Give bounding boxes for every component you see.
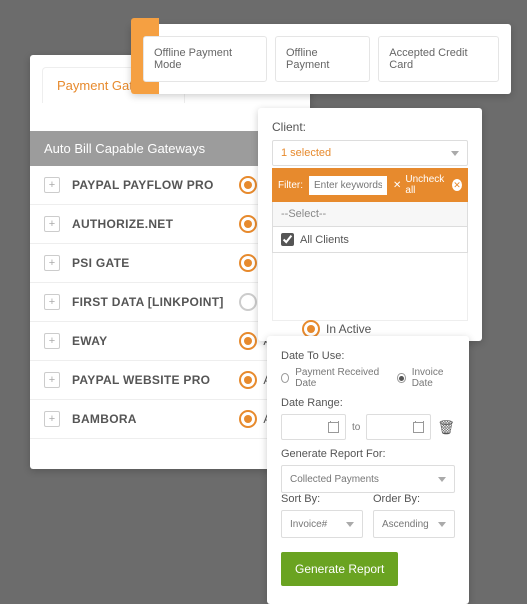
uncheck-all-button[interactable]: ✕ Uncheck all ✕ bbox=[393, 174, 462, 196]
order-by-label: Order By: bbox=[373, 493, 455, 505]
sort-by-select[interactable]: Invoice# bbox=[281, 510, 363, 538]
active-radio[interactable] bbox=[239, 176, 257, 194]
chevron-down-icon bbox=[346, 522, 354, 527]
generate-report-button[interactable]: Generate Report bbox=[281, 552, 398, 586]
generate-for-select[interactable]: Collected Payments bbox=[281, 465, 455, 493]
radio-payment-received[interactable] bbox=[281, 373, 289, 383]
payment-tabs-card: Offline Payment ModeOffline PaymentAccep… bbox=[131, 24, 511, 94]
gateway-name: PAYPAL WEBSITE PRO bbox=[72, 373, 239, 387]
calendar-icon bbox=[413, 422, 424, 433]
gateway-name: BAMBORA bbox=[72, 412, 239, 426]
active-radio[interactable] bbox=[239, 293, 257, 311]
client-selected: 1 selected bbox=[281, 147, 331, 159]
client-filter-bar: Filter: ✕ Uncheck all ✕ bbox=[272, 168, 468, 202]
radio-invoice-date[interactable] bbox=[397, 373, 405, 383]
payment-tab[interactable]: Offline Payment Mode bbox=[143, 36, 267, 82]
active-radio[interactable] bbox=[239, 332, 257, 350]
client-dropdown[interactable]: 1 selected bbox=[272, 140, 468, 166]
payment-tabs: Offline Payment ModeOffline PaymentAccep… bbox=[131, 24, 511, 94]
clear-icon: ✕ bbox=[452, 179, 462, 191]
chevron-down-icon bbox=[438, 522, 446, 527]
expand-icon[interactable]: + bbox=[44, 333, 60, 349]
date-to-input[interactable] bbox=[366, 414, 431, 440]
expand-icon[interactable]: + bbox=[44, 411, 60, 427]
client-option-placeholder[interactable]: --Select-- bbox=[272, 202, 468, 227]
client-filter-card: Client: 1 selected Filter: ✕ Uncheck all… bbox=[258, 108, 482, 341]
active-radio[interactable] bbox=[239, 254, 257, 272]
payment-tab[interactable]: Offline Payment bbox=[275, 36, 370, 82]
active-radio[interactable] bbox=[239, 215, 257, 233]
order-by-select[interactable]: Ascending bbox=[373, 510, 455, 538]
active-radio[interactable] bbox=[239, 410, 257, 428]
calendar-icon bbox=[328, 422, 339, 433]
generate-for-label: Generate Report For: bbox=[281, 448, 455, 460]
report-options-card: Date To Use: Payment Received Date Invoi… bbox=[267, 336, 469, 604]
expand-icon[interactable]: + bbox=[44, 177, 60, 193]
expand-icon[interactable]: + bbox=[44, 255, 60, 271]
chevron-down-icon bbox=[451, 151, 459, 156]
gateway-name: FIRST DATA [LINKPOINT] bbox=[72, 295, 239, 309]
client-label: Client: bbox=[272, 120, 468, 134]
active-radio[interactable] bbox=[239, 371, 257, 389]
client-dropdown-body bbox=[272, 253, 468, 321]
sort-by-label: Sort By: bbox=[281, 493, 363, 505]
expand-icon[interactable]: + bbox=[44, 294, 60, 310]
chevron-down-icon bbox=[438, 477, 446, 482]
expand-icon[interactable]: + bbox=[44, 216, 60, 232]
payment-tab[interactable]: Accepted Credit Card bbox=[378, 36, 499, 82]
date-range-label: Date Range: bbox=[281, 397, 455, 409]
trash-icon[interactable]: 🗑 bbox=[437, 419, 455, 436]
client-option-all[interactable]: All Clients bbox=[272, 227, 468, 253]
date-from-input[interactable] bbox=[281, 414, 346, 440]
gateway-name: AUTHORIZE.NET bbox=[72, 217, 239, 231]
filter-input[interactable] bbox=[309, 176, 387, 195]
all-clients-checkbox[interactable] bbox=[281, 233, 294, 246]
date-to-use-label: Date To Use: bbox=[281, 350, 455, 362]
expand-icon[interactable]: + bbox=[44, 372, 60, 388]
gateway-name: EWAY bbox=[72, 334, 239, 348]
filter-label: Filter: bbox=[278, 180, 303, 191]
gateway-name: PAYPAL PAYFLOW PRO bbox=[72, 178, 239, 192]
gateway-name: PSI GATE bbox=[72, 256, 239, 270]
close-icon: ✕ bbox=[393, 180, 401, 191]
